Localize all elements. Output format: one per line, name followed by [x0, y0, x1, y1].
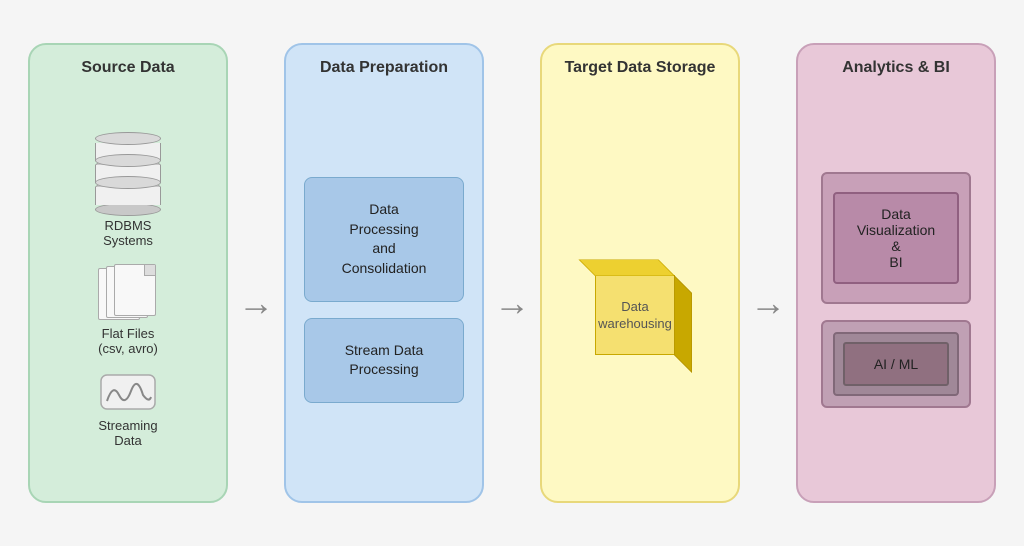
data-preparation-column: Data Preparation DataProcessingandConsol… [284, 43, 484, 503]
flatfiles-label: Flat Files(csv, avro) [98, 326, 158, 356]
source-data-column: Source Data [28, 43, 228, 503]
data-viz-inner: DataVisualization&BI [833, 192, 959, 284]
source-items: RDBMSSystems Flat Files(csv, avro) [42, 95, 214, 485]
streaming-icon [98, 372, 158, 412]
flatfiles-icon [98, 264, 158, 320]
stream-processing-box: Stream DataProcessing [304, 318, 464, 403]
aiml-inner: AI / ML [843, 342, 949, 386]
target-storage-column: Target Data Storage Datawarehousing [540, 43, 740, 503]
analytics-bi-column: Analytics & BI DataVisualization&BI AI /… [796, 43, 996, 503]
arrow-3: → [750, 282, 786, 324]
aiml-middle: AI / ML [833, 332, 959, 396]
cube-top-face [579, 260, 676, 277]
streaming-label: StreamingData [98, 418, 157, 448]
target-items: Datawarehousing [554, 95, 726, 485]
architecture-diagram: Source Data [8, 23, 1016, 523]
database-icon [95, 132, 161, 212]
arrow-2: → [494, 282, 530, 324]
arrow-1: → [238, 282, 274, 324]
rdbms-label: RDBMSSystems [103, 218, 153, 248]
flatfiles-item: Flat Files(csv, avro) [98, 264, 158, 356]
data-processing-box: DataProcessingandConsolidation [304, 177, 464, 301]
data-warehouse-item: Datawarehousing [570, 200, 710, 380]
rdbms-item: RDBMSSystems [95, 132, 161, 248]
analytics-items: DataVisualization&BI AI / ML [810, 95, 982, 485]
source-data-title: Source Data [81, 59, 174, 77]
warehouse-label: Datawarehousing [595, 298, 675, 333]
prep-items: DataProcessingandConsolidation Stream Da… [298, 95, 470, 485]
cube-right-face [674, 275, 692, 373]
data-viz-box: DataVisualization&BI [821, 172, 971, 304]
target-storage-title: Target Data Storage [565, 59, 716, 77]
streaming-item: StreamingData [98, 372, 158, 448]
analytics-bi-title: Analytics & BI [842, 59, 950, 77]
aiml-box: AI / ML [821, 320, 971, 408]
data-preparation-title: Data Preparation [320, 59, 448, 77]
